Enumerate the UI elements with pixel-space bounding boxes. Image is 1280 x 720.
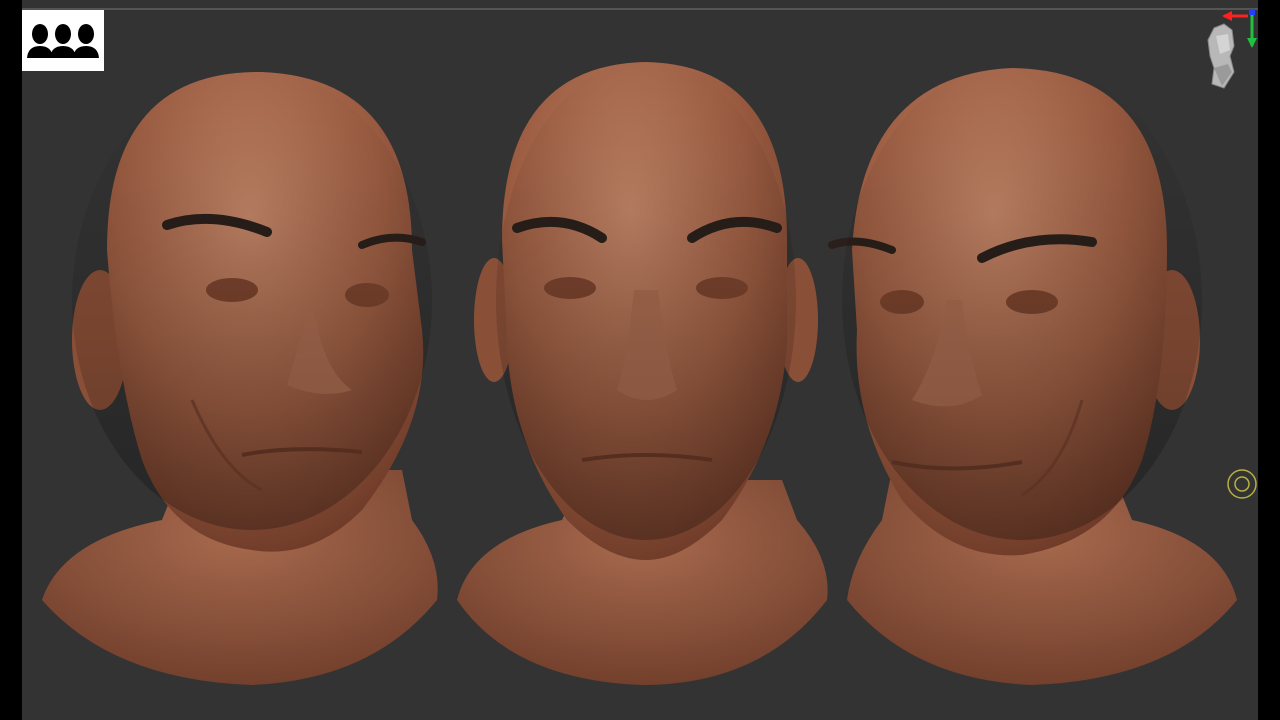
focal-circle-icon[interactable] [1226, 468, 1258, 500]
head-three-quarter-left[interactable] [42, 70, 438, 685]
3d-viewport[interactable] [22, 0, 1258, 720]
head-front[interactable] [457, 60, 828, 685]
sculpt-canvas [42, 60, 1237, 685]
head-three-quarter-right[interactable] [828, 60, 1237, 685]
